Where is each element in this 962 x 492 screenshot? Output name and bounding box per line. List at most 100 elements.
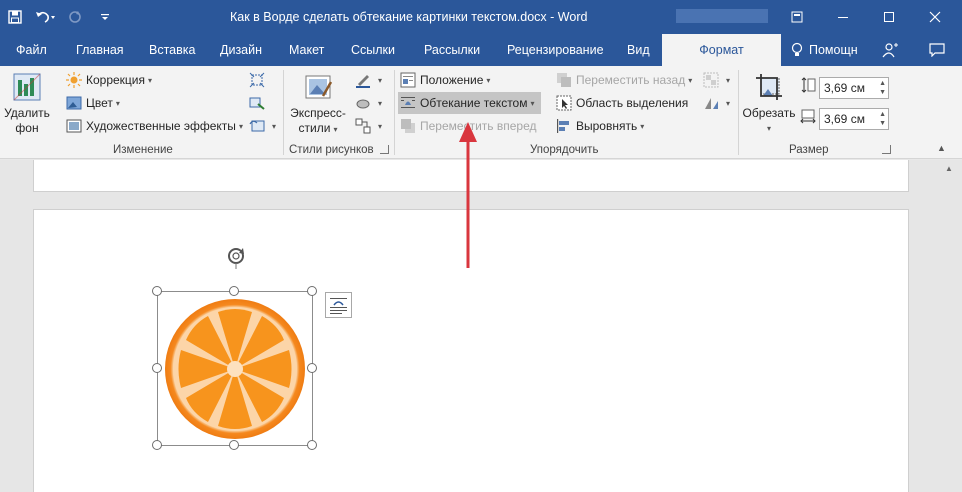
ribbon-display-options-icon[interactable] [774,0,820,34]
shape-height-input[interactable]: 3,69 см ▲ ▼ [819,77,889,99]
remove-background-label-2: фон [15,121,39,135]
resize-handle-right[interactable] [307,363,317,373]
lightbulb-icon[interactable] [790,34,804,66]
chevron-down-icon: ▾ [378,121,383,131]
crop-icon [756,74,782,100]
tab-layout[interactable]: Макет [289,34,324,66]
crop-label: Обрезать [742,106,796,120]
tab-view[interactable]: Вид [627,34,650,66]
tab-mailings[interactable]: Рассылки [424,34,480,66]
effects-icon [355,95,371,111]
reset-picture-button[interactable]: ▾ [249,116,276,136]
rotate-handle-icon[interactable] [223,245,249,271]
picture-color-icon [66,95,82,111]
wrap-text-icon [400,95,416,111]
corrections-label: Коррекция [86,73,146,87]
position-icon [400,72,416,88]
shape-width-icon [800,109,816,125]
undo-icon[interactable] [30,0,60,34]
resize-handle-left[interactable] [152,363,162,373]
wrap-text-button[interactable]: Обтекание текстом ▾ [398,92,541,114]
resize-handle-bottom[interactable] [229,440,239,450]
account-name[interactable] [676,9,768,23]
chevron-down-icon: ▾ [530,98,535,108]
width-icon [800,109,820,125]
group-divider [738,70,739,155]
selection-pane-icon [556,95,572,111]
customize-qat-icon[interactable] [90,0,120,34]
tell-me-search[interactable]: Помощн [809,34,858,66]
change-picture-icon [249,95,265,111]
quick-styles-button[interactable]: Экспресс- стили ▾ [290,72,346,137]
rotate-button[interactable]: ▾ [703,93,730,113]
selection-pane-button[interactable]: Область выделения [556,93,688,113]
vertical-scrollbar[interactable]: ▲ [939,160,962,492]
ribbon-format: Удалить фон Коррекция ▾ Цвет ▾ Художествен… [0,66,962,159]
share-user-icon[interactable] [880,34,900,66]
reset-picture-icon [249,118,265,134]
chevron-down-icon: ▾ [766,124,771,133]
send-backward-button: Переместить назад ▾ [556,70,692,90]
resize-handle-top-left[interactable] [152,286,162,296]
resize-handle-top[interactable] [229,286,239,296]
collapse-ribbon-icon[interactable]: ▲ [937,143,946,153]
picture-border-button[interactable]: ▾ [355,70,382,90]
picture-effects-button[interactable]: ▾ [355,93,382,113]
align-icon [556,118,572,134]
chevron-down-icon: ▾ [378,98,383,108]
picture-layout-icon [355,118,371,134]
quick-styles-label-1: Экспресс- [290,106,346,120]
document-title: Как в Ворде сделать обтекание картинки т… [230,10,588,24]
adjust-group-label: Изменение [113,144,173,156]
tab-home[interactable]: Главная [76,34,124,66]
group-divider [283,70,284,155]
chevron-down-icon: ▾ [148,75,153,85]
spin-up-icon[interactable]: ▲ [879,80,886,88]
compress-pictures-button[interactable] [249,70,269,90]
comments-icon[interactable] [927,34,947,66]
tab-format[interactable]: Формат [662,34,781,66]
chevron-down-icon: ▾ [486,75,491,85]
minimize-icon[interactable] [820,0,866,34]
spin-down-icon[interactable]: ▼ [879,89,886,97]
resize-handle-bottom-right[interactable] [307,440,317,450]
height-icon [800,77,820,93]
tab-design[interactable]: Дизайн [220,34,262,66]
selected-picture[interactable] [157,291,313,446]
shape-width-input[interactable]: 3,69 см ▲ ▼ [819,108,889,130]
color-button[interactable]: Цвет ▾ [66,93,120,113]
redo-icon [60,0,90,34]
ribbon-tabs: Файл Главная Вставка Дизайн Макет Ссылки… [0,34,962,66]
remove-background-button[interactable]: Удалить фон [4,72,50,136]
group-divider [394,70,395,155]
crop-button[interactable]: Обрезать ▾ [742,72,796,136]
picture-styles-launcher-icon[interactable] [380,145,389,154]
resize-handle-bottom-left[interactable] [152,440,162,450]
send-backward-icon [556,72,572,88]
size-launcher-icon[interactable] [882,145,891,154]
chevron-down-icon: ▾ [726,98,731,108]
tab-review[interactable]: Рецензирование [507,34,604,66]
maximize-icon[interactable] [866,0,912,34]
artistic-effects-label: Художественные эффекты [86,119,236,133]
chevron-down-icon: ▾ [688,75,693,85]
save-icon[interactable] [0,0,30,34]
scroll-up-icon[interactable]: ▲ [945,164,953,173]
artistic-effects-button[interactable]: Художественные эффекты ▾ [66,116,243,136]
tab-file[interactable]: Файл [16,34,47,66]
corrections-button[interactable]: Коррекция ▾ [66,70,152,90]
layout-options-icon[interactable] [325,292,352,318]
resize-handle-top-right[interactable] [307,286,317,296]
align-button[interactable]: Выровнять ▾ [556,116,644,136]
tab-insert[interactable]: Вставка [149,34,195,66]
spin-down-icon[interactable]: ▼ [879,120,886,128]
title-bar: Как в Ворде сделать обтекание картинки т… [0,0,962,34]
spin-up-icon[interactable]: ▲ [879,111,886,119]
tab-references[interactable]: Ссылки [351,34,395,66]
chevron-down-icon: ▾ [238,121,243,131]
change-picture-button[interactable] [249,93,269,113]
position-button[interactable]: Положение ▾ [400,70,490,90]
picture-layout-button[interactable]: ▾ [355,116,382,136]
shape-width-value: 3,69 см [824,112,865,126]
close-icon[interactable] [912,0,958,34]
